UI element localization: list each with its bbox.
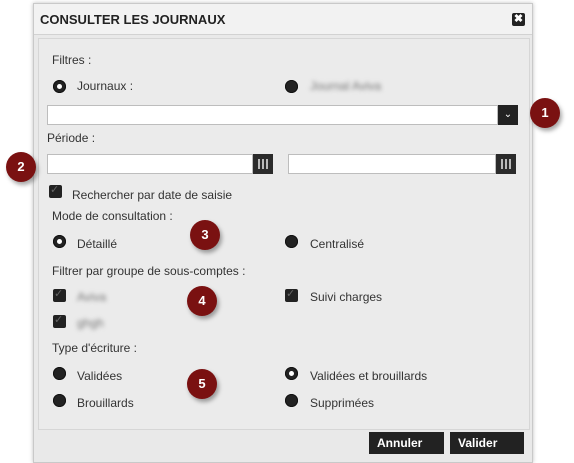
end-date-input[interactable] [288, 154, 496, 174]
group-aviva-label: Aviva [77, 290, 107, 304]
validees-radio[interactable] [53, 367, 66, 380]
groups-heading: Filtrer par groupe de sous-comptes : [52, 264, 246, 278]
journal-aviva-radio[interactable] [285, 80, 298, 93]
supprimees-label: Supprimées [310, 396, 375, 410]
group-aviva-checkbox[interactable] [53, 287, 66, 302]
journaux-radio[interactable] [53, 80, 66, 93]
annotation-badge-1: 1 [530, 98, 560, 128]
annotation-badge-4: 4 [187, 286, 217, 316]
group-ghgh-label: ghgh [77, 316, 104, 330]
close-icon[interactable]: ✖ [512, 13, 525, 26]
calendar-icon[interactable] [496, 154, 516, 174]
centralise-radio[interactable] [285, 235, 298, 248]
period-heading: Période : [47, 131, 96, 145]
suivi-charges-label: Suivi charges [310, 290, 383, 304]
mode-heading: Mode de consultation : [52, 209, 173, 223]
brouillards-label: Brouillards [77, 396, 134, 410]
dialog-title: CONSULTER LES JOURNAUX [40, 12, 226, 27]
dialog-titlebar: CONSULTER LES JOURNAUX ✖ [34, 4, 532, 35]
calendar-icon[interactable] [253, 154, 273, 174]
validate-button[interactable]: Valider [450, 432, 524, 454]
annotation-badge-2: 2 [6, 152, 36, 182]
filters-heading: Filtres : [52, 53, 92, 67]
validees-label: Validées [77, 369, 123, 383]
entry-type-heading: Type d'écriture : [52, 341, 137, 355]
chevron-down-icon[interactable]: ⌄ [498, 105, 518, 125]
group-ghgh-checkbox[interactable] [53, 313, 66, 328]
entry-date-label: Rechercher par date de saisie [72, 188, 233, 202]
validees-brouillards-radio[interactable] [285, 367, 298, 380]
validees-brouillards-label: Validées et brouillards [310, 369, 428, 383]
journal-aviva-label: Journal Aviva [310, 79, 382, 93]
consult-journals-dialog: CONSULTER LES JOURNAUX ✖ Filtres : Journ… [33, 3, 533, 463]
supprimees-radio[interactable] [285, 394, 298, 407]
journaux-label: Journaux : [77, 79, 134, 93]
detaille-label: Détaillé [77, 237, 118, 251]
brouillards-radio[interactable] [53, 394, 66, 407]
annotation-badge-3: 3 [190, 220, 220, 250]
journal-select[interactable] [47, 105, 498, 125]
entry-date-checkbox[interactable] [49, 183, 62, 198]
suivi-charges-checkbox[interactable] [285, 287, 298, 302]
centralise-label: Centralisé [310, 237, 365, 251]
cancel-button[interactable]: Annuler [369, 432, 444, 454]
detaille-radio[interactable] [53, 235, 66, 248]
start-date-input[interactable] [47, 154, 253, 174]
annotation-badge-5: 5 [187, 369, 217, 399]
